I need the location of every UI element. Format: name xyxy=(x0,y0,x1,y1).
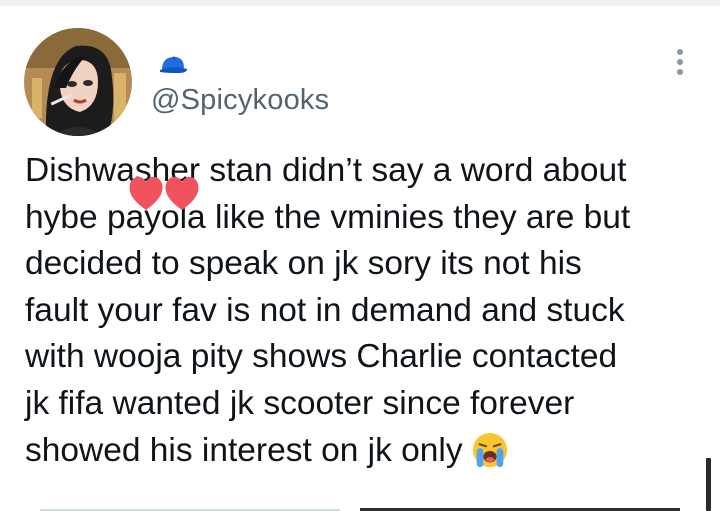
tweet-line-last: showed his interest on jk only xyxy=(25,428,705,475)
tweet-line: showed his interest on jk only xyxy=(25,431,463,469)
avatar-illustration-icon xyxy=(24,28,132,136)
tweet-line: decided to speak on jk sory its not his xyxy=(25,245,582,283)
cap-icon xyxy=(160,56,187,73)
tweet-line: Dishwasher stan didn’t say a word about xyxy=(25,152,627,189)
scrollbar-thumb[interactable] xyxy=(706,458,711,511)
tweet-line: jk fifa wanted jk scooter since forever xyxy=(25,384,575,422)
tweet-text: Dishwasher stan didn’t say a word about … xyxy=(25,148,705,474)
tweet-line: hybe payola like the vminies they are bu… xyxy=(25,198,631,236)
loudly-crying-face-icon xyxy=(472,432,507,467)
more-vertical-icon[interactable] xyxy=(668,46,692,78)
avatar[interactable] xyxy=(24,28,132,136)
tweet-line: with wooja pity shows Charlie contacted xyxy=(25,338,618,376)
top-divider xyxy=(0,0,720,6)
author-handle[interactable]: @Spicykooks xyxy=(151,84,329,117)
tweet-line: fault your fav is not in demand and stuc… xyxy=(25,291,625,329)
